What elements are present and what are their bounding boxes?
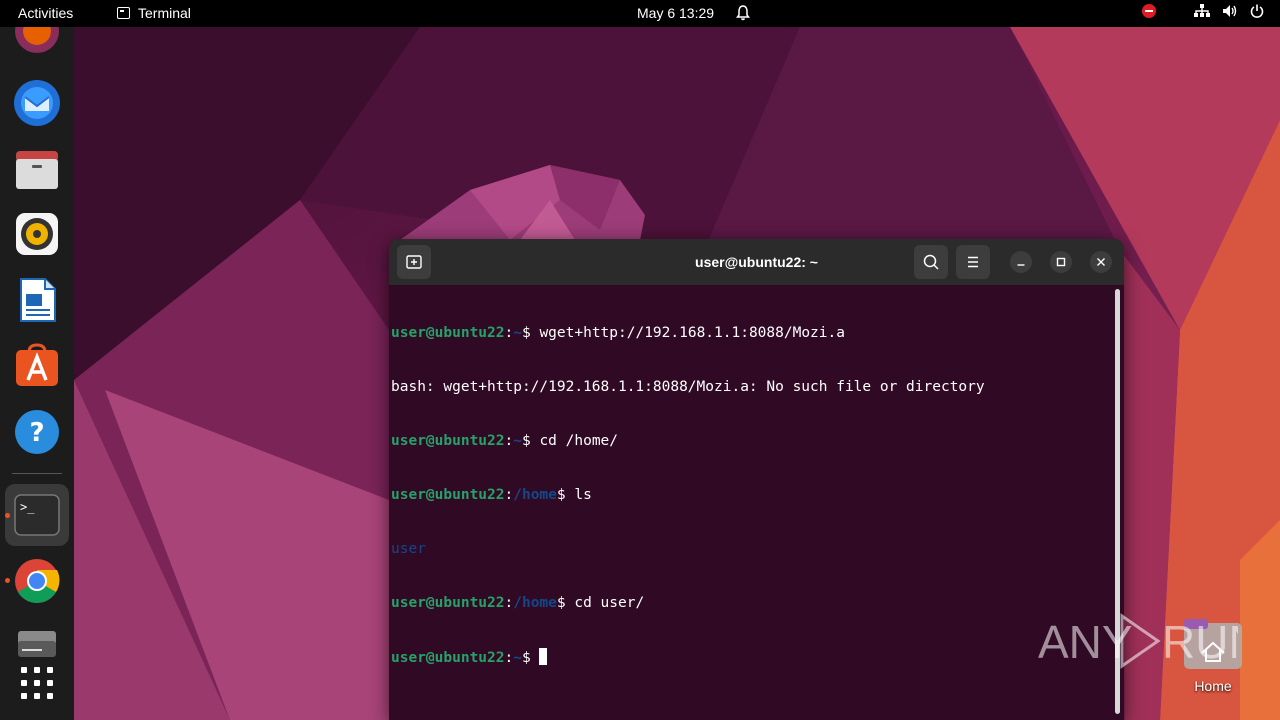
search-button[interactable] xyxy=(914,245,948,279)
app-store-icon[interactable] xyxy=(13,342,61,390)
command-text: cd user/ xyxy=(574,595,645,611)
terminal-icon[interactable]: >_ xyxy=(13,491,61,539)
grid-icon[interactable] xyxy=(13,659,61,707)
maximize-icon xyxy=(1056,257,1066,267)
bell-icon[interactable] xyxy=(736,5,750,21)
writer-icon[interactable] xyxy=(13,276,61,324)
command-text: cd /home/ xyxy=(539,433,619,449)
directory-listing: user xyxy=(391,541,426,557)
prompt-separator: : xyxy=(504,433,514,449)
chrome-icon[interactable] xyxy=(13,557,61,605)
terminal-line: user@ubuntu22:~$ cd /home/ xyxy=(391,432,1111,450)
terminal-line: user@ubuntu22:/home$ cd user/ xyxy=(391,594,1111,612)
rhythmbox-icon[interactable] xyxy=(13,210,61,258)
prompt-separator: : xyxy=(504,650,514,666)
power-icon[interactable] xyxy=(1250,4,1264,18)
prompt-symbol: $ xyxy=(521,325,540,341)
prompt-path: ~ xyxy=(513,433,522,449)
terminal-output[interactable]: user@ubuntu22:~$ wget+http://192.168.1.1… xyxy=(391,288,1111,702)
hamburger-menu-icon xyxy=(968,256,978,268)
network-icon[interactable] xyxy=(1194,4,1210,18)
prompt-path: /home xyxy=(513,595,557,611)
system-tray[interactable] xyxy=(1142,4,1264,18)
watermark-text: ANYRUN xyxy=(1038,616,1238,668)
text-cursor xyxy=(539,648,548,665)
prompt-user: user@ubuntu22 xyxy=(391,595,505,611)
prompt-path: ~ xyxy=(513,650,522,666)
prompt-symbol: $ xyxy=(556,595,575,611)
command-output: bash: wget+http://192.168.1.1:8088/Mozi.… xyxy=(391,379,985,395)
prompt-symbol: $ xyxy=(556,487,575,503)
activities-button[interactable]: Activities xyxy=(18,5,73,21)
minimize-button[interactable] xyxy=(1010,251,1032,273)
anyrun-watermark: ANYRUN xyxy=(1038,613,1238,669)
prompt-separator: : xyxy=(504,487,514,503)
prompt-separator: : xyxy=(504,595,514,611)
app-name: Terminal xyxy=(138,5,191,21)
prompt-user: user@ubuntu22 xyxy=(391,650,505,666)
thunderbird-icon[interactable] xyxy=(13,79,61,127)
clock[interactable]: May 6 13:29 xyxy=(637,5,714,21)
command-text: ls xyxy=(574,487,592,503)
terminal-line: user@ubuntu22:~$ xyxy=(391,648,1111,666)
dock: ? >_ xyxy=(0,9,74,720)
prompt-separator: : xyxy=(504,325,514,341)
prompt-path: ~ xyxy=(513,325,522,341)
command-text: wget+http://192.168.1.1:8088/Mozi.a xyxy=(539,325,845,341)
running-indicator xyxy=(5,513,10,518)
minimize-icon xyxy=(1017,264,1025,266)
prompt-user: user@ubuntu22 xyxy=(391,433,505,449)
terminal-header-bar[interactable]: user@ubuntu22: ~ xyxy=(389,239,1124,285)
terminal-line: user xyxy=(391,540,1111,558)
terminal-line: user@ubuntu22:~$ wget+http://192.168.1.1… xyxy=(391,324,1111,342)
prompt-symbol: $ xyxy=(521,650,540,666)
terminal-line: user@ubuntu22:/home$ ls xyxy=(391,486,1111,504)
svg-text:?: ? xyxy=(29,418,44,448)
top-bar: Activities Terminal May 6 13:29 xyxy=(0,0,1280,27)
dock-separator xyxy=(12,473,62,474)
app-menu[interactable]: Terminal xyxy=(117,5,191,21)
prompt-symbol: $ xyxy=(521,433,540,449)
terminal-window[interactable]: user@ubuntu22: ~ user@ubuntu22:~$ wget+h… xyxy=(389,239,1124,720)
menu-button[interactable] xyxy=(956,245,990,279)
search-icon xyxy=(923,254,939,270)
terminal-icon xyxy=(117,7,130,19)
terminal-line: bash: wget+http://192.168.1.1:8088/Mozi.… xyxy=(391,378,1111,396)
volume-icon[interactable] xyxy=(1222,4,1238,18)
home-folder-label[interactable]: Home xyxy=(1180,678,1246,694)
help-icon[interactable]: ? xyxy=(13,408,61,456)
prompt-user: user@ubuntu22 xyxy=(391,325,505,341)
do-not-disturb-icon[interactable] xyxy=(1142,4,1156,18)
svg-text:>_: >_ xyxy=(20,500,35,514)
maximize-button[interactable] xyxy=(1050,251,1072,273)
close-icon xyxy=(1097,258,1105,266)
prompt-path: /home xyxy=(513,487,557,503)
running-indicator xyxy=(5,578,10,583)
close-button[interactable] xyxy=(1090,251,1112,273)
files-icon[interactable] xyxy=(13,145,61,193)
prompt-user: user@ubuntu22 xyxy=(391,487,505,503)
